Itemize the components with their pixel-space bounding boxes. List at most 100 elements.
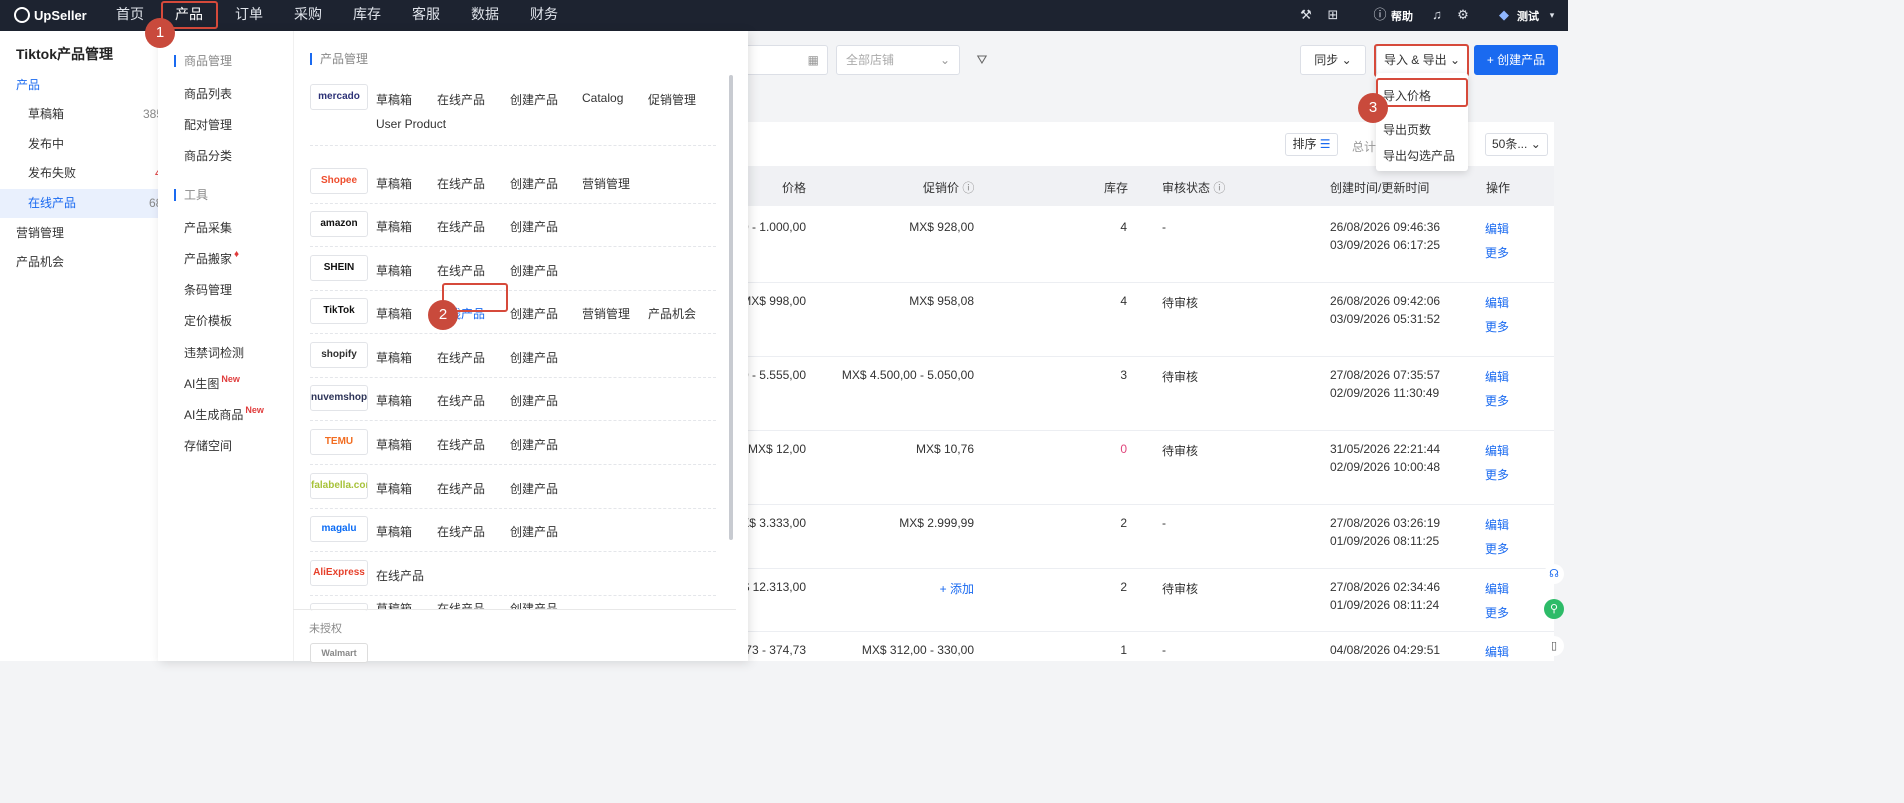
create-product-button[interactable]: + 创建产品 (1474, 45, 1558, 75)
sidebar-item-products[interactable]: 产品 (0, 71, 158, 100)
platform-link[interactable]: 草稿箱 (376, 392, 412, 409)
edit-link[interactable]: 编辑 (1485, 294, 1509, 311)
platform-link[interactable]: 草稿箱 (376, 91, 412, 108)
platform-logo[interactable]: falabella.com (310, 473, 368, 499)
platform-link[interactable]: 在线产品 (437, 175, 485, 192)
platform-link[interactable]: 创建产品 (510, 305, 558, 322)
nav-purchase[interactable]: 采购 (294, 0, 322, 31)
sidebar-item-marketing[interactable]: 营销管理 (0, 219, 158, 248)
headset-icon[interactable]: ☊ (1544, 564, 1564, 584)
more-link[interactable]: 更多 (1485, 604, 1509, 621)
page-size-select[interactable]: 50条... ⌄ (1485, 133, 1548, 156)
apps-icon[interactable]: ⊞ (1325, 7, 1341, 23)
menu-pricing-template[interactable]: 定价模板 (184, 312, 232, 329)
walmart-logo[interactable]: Walmart (310, 643, 368, 663)
nav-inventory[interactable]: 库存 (353, 0, 381, 31)
edit-link[interactable]: 编辑 (1485, 643, 1509, 660)
edit-link[interactable]: 编辑 (1485, 442, 1509, 459)
platform-link[interactable]: 营销管理 (582, 175, 630, 192)
platform-link[interactable]: 促销管理 (648, 91, 696, 108)
nav-data[interactable]: 数据 (471, 0, 499, 31)
sidebar-item-drafts[interactable]: 草稿箱 385 (0, 100, 163, 129)
menu-scrollbar[interactable] (729, 75, 733, 540)
date-filter[interactable]: ▦ (740, 45, 828, 75)
sync-button[interactable]: 同步 ⌄ (1300, 45, 1366, 75)
platform-link-partial[interactable]: 创建产品 (510, 601, 558, 609)
platform-link[interactable]: 在线产品 (437, 262, 485, 279)
more-link[interactable]: 更多 (1485, 540, 1509, 557)
menu-pairing[interactable]: 配对管理 (184, 116, 232, 133)
platform-link[interactable]: 营销管理 (582, 305, 630, 322)
menu-collect[interactable]: 产品采集 (184, 219, 232, 236)
platform-link[interactable]: 草稿箱 (376, 218, 412, 235)
platform-link[interactable]: 创建产品 (510, 436, 558, 453)
menu-category[interactable]: 商品分类 (184, 147, 232, 164)
filter-icon[interactable]: ⛛ (974, 52, 990, 68)
platform-link[interactable]: 创建产品 (510, 480, 558, 497)
menu-ai-goods[interactable]: AI生成商品 New (184, 405, 264, 423)
upseller-logo[interactable]: UpSeller (14, 7, 87, 23)
platform-logo[interactable]: nuvemshop (310, 385, 368, 411)
sidebar-item-opportunity[interactable]: 产品机会 (0, 248, 158, 277)
platform-link[interactable]: 草稿箱 (376, 349, 412, 366)
help-link[interactable]: 帮助 (1391, 8, 1413, 24)
nav-orders[interactable]: 订单 (235, 0, 263, 31)
platform-logo[interactable]: shopify (310, 342, 368, 368)
search-icon[interactable]: ⚲ (1544, 599, 1564, 619)
platform-logo[interactable]: SHEIN (310, 255, 368, 281)
platform-link[interactable]: 创建产品 (510, 175, 558, 192)
platform-logo[interactable]: TikTok Shop (310, 298, 368, 324)
platform-link[interactable]: 草稿箱 (376, 305, 412, 322)
platform-logo[interactable]: AliExpress (310, 560, 368, 586)
user-menu[interactable]: 测试 (1517, 8, 1539, 24)
platform-link[interactable]: 创建产品 (510, 523, 558, 540)
platform-link[interactable]: 在线产品 (437, 523, 485, 540)
platform-link[interactable]: 草稿箱 (376, 523, 412, 540)
platform-logo[interactable]: mercado libre (310, 84, 368, 110)
nav-home[interactable]: 首页 (116, 0, 144, 31)
bell-icon[interactable]: ♫ (1429, 7, 1445, 23)
menu-storage[interactable]: 存储空间 (184, 437, 232, 454)
menu-ai-image[interactable]: AI生图 New (184, 374, 240, 392)
platform-link[interactable]: 在线产品 (437, 218, 485, 235)
nav-finance[interactable]: 财务 (530, 0, 558, 31)
edit-link[interactable]: 编辑 (1485, 220, 1509, 237)
menu-forbidden-words[interactable]: 违禁词检测 (184, 344, 244, 361)
menu-export-pages[interactable]: 导出页数 (1383, 121, 1431, 138)
platform-link[interactable]: 在线产品 (437, 91, 485, 108)
sidebar-item-publishing[interactable]: 发布中 (0, 130, 158, 159)
platform-logo[interactable]: magalu (310, 516, 368, 542)
platform-link[interactable]: 产品机会 (648, 305, 696, 322)
platform-link[interactable]: 创建产品 (510, 91, 558, 108)
platform-link[interactable]: 在线产品 (437, 349, 485, 366)
platform-link[interactable]: Catalog (582, 91, 623, 105)
platform-link[interactable]: User Product (376, 117, 446, 131)
platform-link[interactable]: 在线产品 (437, 392, 485, 409)
platform-link-partial[interactable]: 草稿箱 (376, 601, 412, 609)
platform-link[interactable]: 草稿箱 (376, 175, 412, 192)
edit-link[interactable]: 编辑 (1485, 516, 1509, 533)
platform-logo[interactable]: TEMU (310, 429, 368, 455)
menu-move[interactable]: 产品搬家 ♦ (184, 249, 239, 267)
more-link[interactable]: 更多 (1485, 244, 1509, 261)
sidebar-item-failed[interactable]: 发布失败4 (0, 159, 162, 188)
store-select[interactable]: 全部店铺 ⌄ (836, 45, 960, 75)
sidebar-item-online[interactable]: 在线产品 68 (0, 189, 162, 218)
edit-link[interactable]: 编辑 (1485, 580, 1509, 597)
menu-barcode[interactable]: 条码管理 (184, 281, 232, 298)
platform-link[interactable]: 草稿箱 (376, 262, 412, 279)
gear-icon[interactable]: ⚙ (1455, 7, 1471, 23)
platform-link[interactable]: 在线产品 (376, 567, 424, 584)
platform-link[interactable]: 在线产品 (437, 436, 485, 453)
wrench-icon[interactable]: ⚒ (1298, 7, 1314, 23)
sort-button[interactable]: 排序 ☰ (1285, 133, 1338, 156)
menu-goods-list[interactable]: 商品列表 (184, 85, 232, 102)
more-link[interactable]: 更多 (1485, 318, 1509, 335)
menu-export-selected[interactable]: 导出勾选产品 (1383, 147, 1455, 164)
platform-link[interactable]: 创建产品 (510, 262, 558, 279)
platform-link[interactable]: 在线产品 (437, 480, 485, 497)
platform-link-partial[interactable]: 在线产品 (437, 601, 485, 609)
more-link[interactable]: 更多 (1485, 392, 1509, 409)
phone-icon[interactable]: ▯ (1544, 636, 1564, 656)
platform-link[interactable]: 创建产品 (510, 218, 558, 235)
